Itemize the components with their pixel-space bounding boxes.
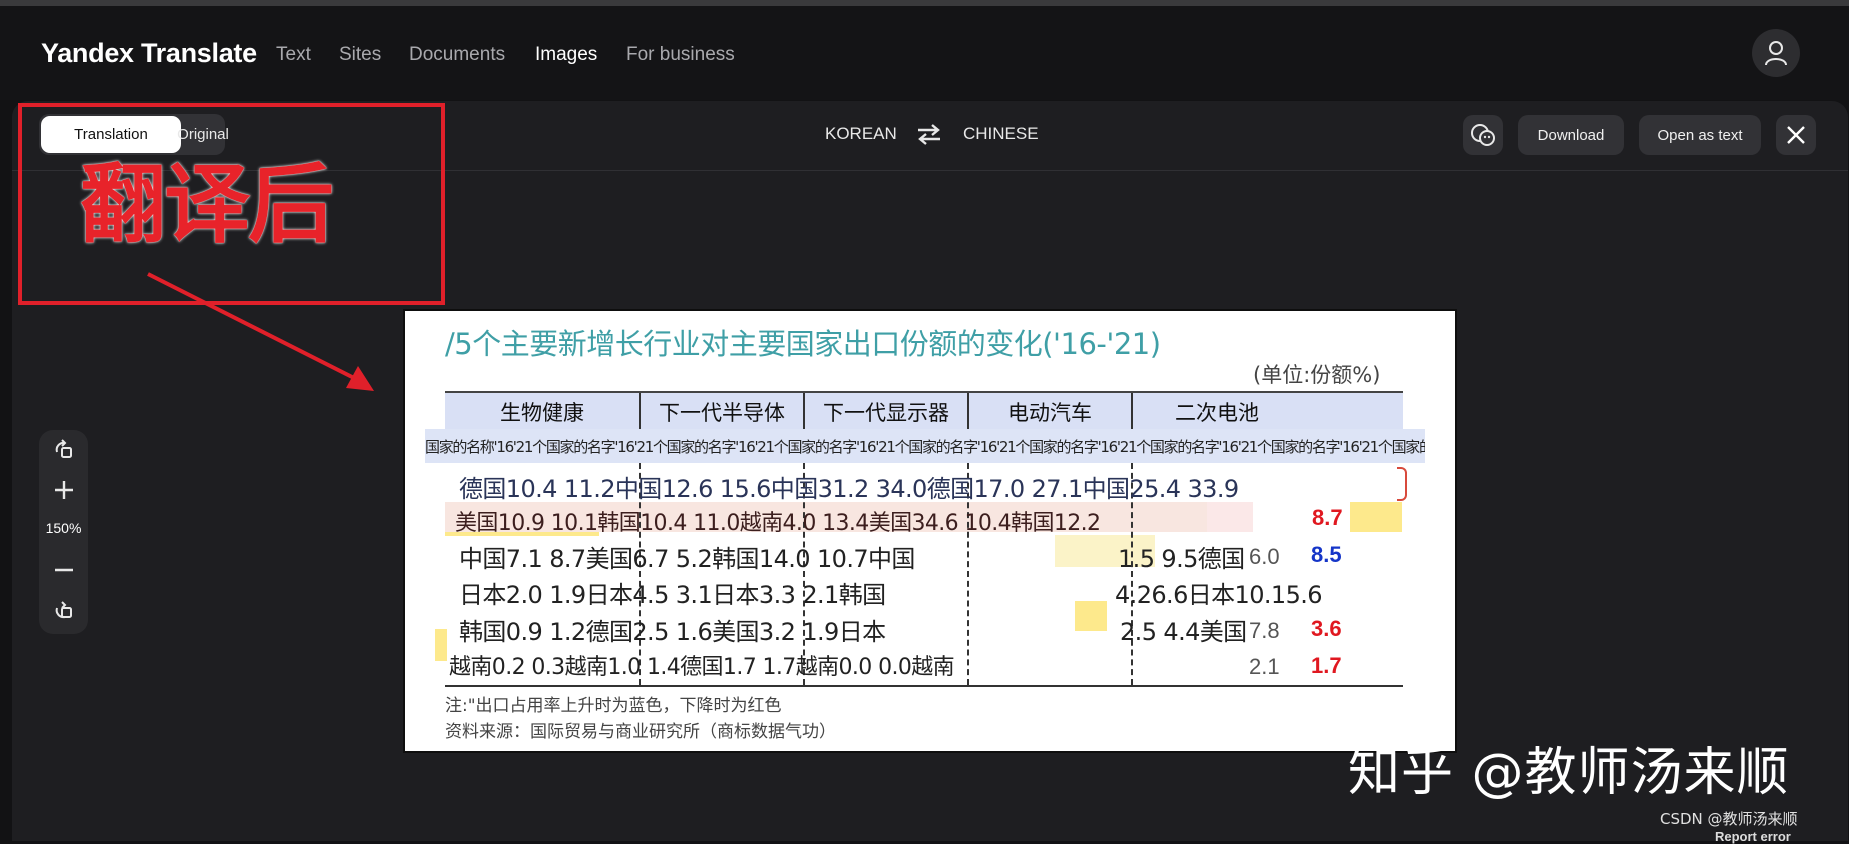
table-row: 韩国0.9 1.2德国2.5 1.6美国3.2 1.9日本: [459, 618, 886, 646]
nav-images[interactable]: Images: [535, 44, 597, 66]
battery-21-value: 8.5: [1311, 542, 1342, 567]
watermark: 知乎 @教师汤来顺: [1348, 743, 1790, 803]
cell-highlight: [1075, 601, 1107, 631]
table-row: 越南0.2 0.3越南1.0 1.4德国1.7 1.7越南0.0 0.0越南: [449, 655, 955, 680]
rotate-right-icon: [55, 601, 72, 619]
battery-21-value: 1.7: [1311, 653, 1342, 678]
report-error-link[interactable]: Report error: [1715, 829, 1791, 844]
cell-highlight: [1350, 502, 1402, 532]
annotation-label: 翻译后: [80, 155, 334, 255]
feedback-icon: [1471, 124, 1495, 146]
user-account-button[interactable]: [1752, 29, 1800, 77]
cell-highlight: [435, 629, 447, 661]
table-note: 注:"出口占用率上升时为蓝色，下降时为红色: [445, 696, 782, 716]
table-row: 日本2.0 1.9日本4.5 3.1日本3.3 2.1韩国: [459, 581, 886, 609]
table-row: 美国10.9 10.1韩国10.4 11.0越南4.0 13.4美国34.6 1…: [455, 511, 1101, 536]
rotate-right-button[interactable]: [39, 592, 88, 628]
source-language[interactable]: KOREAN: [825, 124, 897, 144]
nav-text[interactable]: Text: [276, 44, 311, 66]
battery-16-value: 7.8: [1249, 618, 1280, 643]
cell-outline: [1397, 467, 1407, 501]
rotate-left-icon: [55, 439, 72, 458]
close-button[interactable]: [1776, 115, 1816, 155]
table-bottom-rule: [445, 685, 1403, 687]
battery-16-value: 2.1: [1249, 654, 1280, 679]
plus-icon: [54, 481, 73, 499]
table-source: 资料来源：国际贸易与商业研究所（商标数据气功）: [445, 722, 836, 742]
csdn-watermark: CSDN @教师汤来顺: [1660, 810, 1798, 828]
table-row: 德国10.4 11.2中国12.6 15.6中国31.2 34.0德国17.0 …: [459, 475, 1239, 503]
swap-languages-icon[interactable]: [916, 122, 942, 146]
zoom-controls: 150%: [39, 430, 88, 634]
column-header: 生物健康: [500, 401, 584, 425]
table-cell: 1.5 9.5德国: [1118, 545, 1245, 573]
close-icon: [1787, 126, 1805, 144]
translated-image: /5个主要新增长行业对主要国家出口份额的变化('16-'21) (单位:份额%)…: [403, 309, 1457, 753]
column-header: 下一代显示器: [823, 401, 949, 425]
table-cell: 2.5 4.4美国: [1120, 618, 1247, 646]
nav-documents[interactable]: Documents: [409, 44, 505, 66]
download-button[interactable]: Download: [1518, 115, 1624, 155]
nav-sites[interactable]: Sites: [339, 44, 381, 66]
zoom-in-button[interactable]: [39, 472, 88, 508]
battery-21-value: 8.7: [1312, 505, 1343, 530]
target-language[interactable]: CHINESE: [963, 124, 1039, 144]
document-title: /5个主要新增长行业对主要国家出口份额的变化('16-'21): [445, 327, 1161, 361]
feedback-button[interactable]: [1463, 115, 1503, 155]
table-row: 中国7.1 8.7美国6.7 5.2韩国14.0 10.7中国: [459, 545, 915, 573]
column-header: 二次电池: [1175, 401, 1259, 425]
table-header: 生物健康 下一代半导体 下一代显示器 电动汽车 二次电池: [445, 391, 1403, 431]
column-header: 下一代半导体: [659, 401, 785, 425]
zoom-level: 150%: [45, 520, 82, 536]
table-cell: 4.26.6日本10.15.6: [1115, 581, 1323, 609]
battery-16-value: 6.0: [1249, 544, 1280, 569]
brand-logo[interactable]: Yandex Translate: [41, 38, 257, 69]
user-icon: [1765, 41, 1787, 66]
document-unit: (单位:份额%): [1253, 363, 1381, 387]
row-highlight: [1207, 502, 1253, 532]
rotate-left-button[interactable]: [39, 432, 88, 468]
nav-for-business[interactable]: For business: [626, 44, 735, 66]
column-header: 电动汽车: [1008, 401, 1092, 425]
minus-icon: [54, 568, 73, 572]
zoom-out-button[interactable]: [39, 552, 88, 588]
battery-21-value: 3.6: [1311, 616, 1342, 641]
table-subheader: 国家的名称'16'21个国家的名字'16'21个国家的名字'16'21个国家的名…: [425, 429, 1425, 463]
open-as-text-button[interactable]: Open as text: [1639, 115, 1761, 155]
